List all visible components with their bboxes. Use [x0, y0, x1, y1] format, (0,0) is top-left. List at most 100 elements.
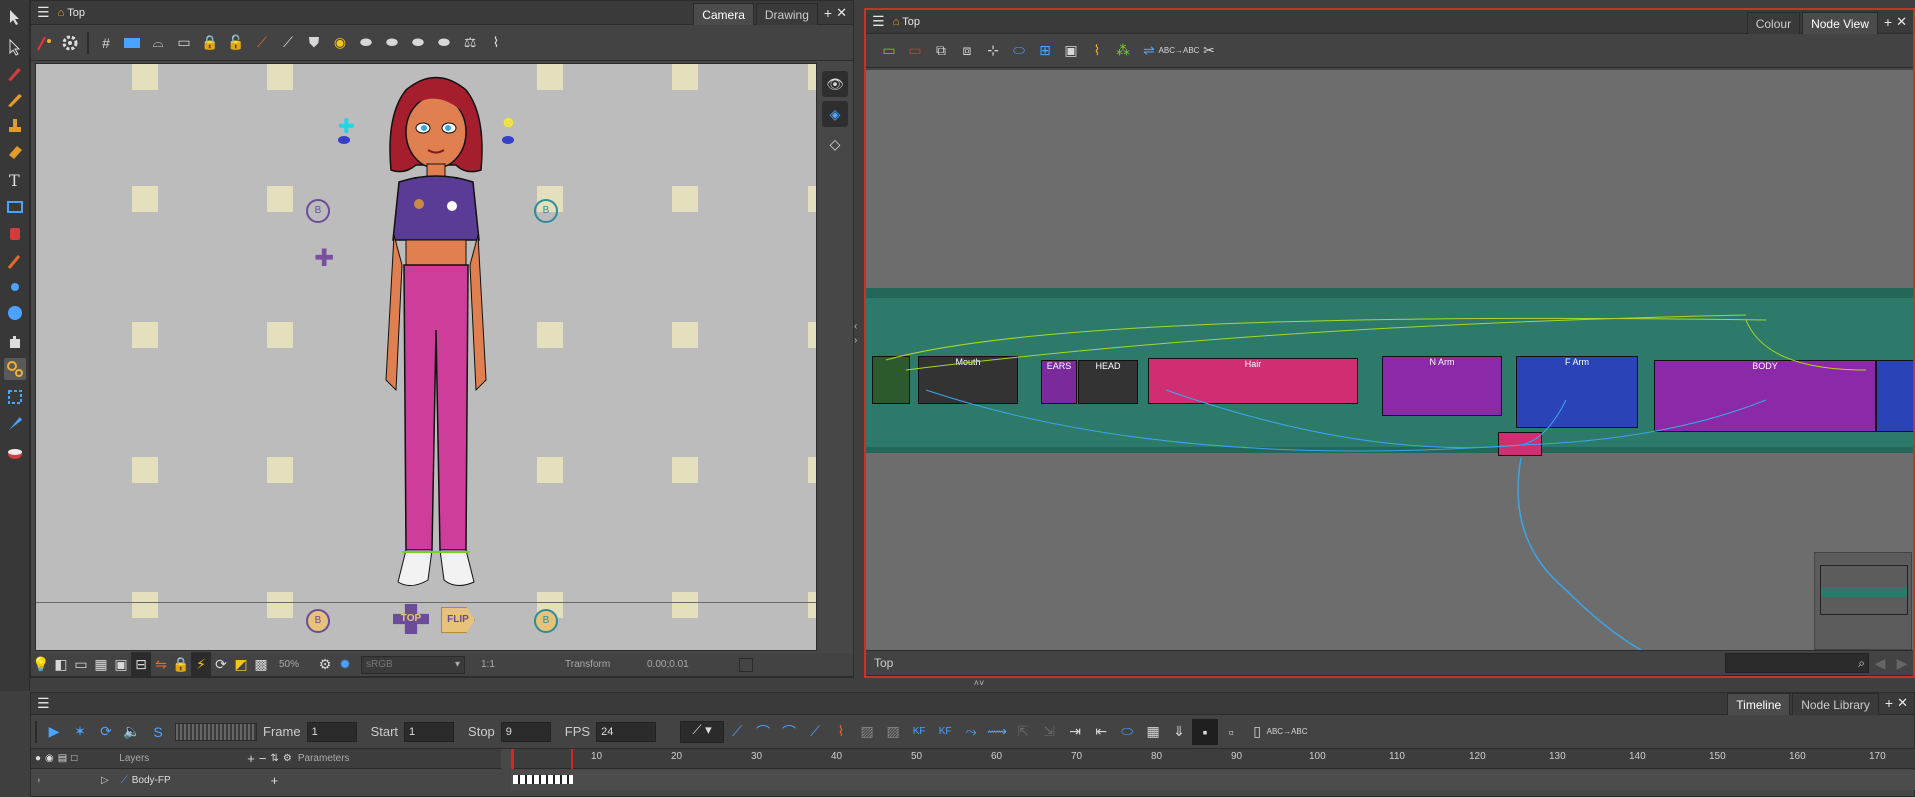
pivot-tool-icon[interactable]: [4, 276, 26, 298]
add-sublayer-icon[interactable]: +: [271, 773, 279, 788]
group-icon[interactable]: ⧉: [928, 38, 954, 64]
cut-icon[interactable]: ✂: [1196, 38, 1222, 64]
sound-toggle-icon[interactable]: ◉: [45, 753, 54, 764]
interpolation-select[interactable]: ⟋ ▾: [680, 720, 725, 743]
onion-skin-icon[interactable]: ⌓: [145, 30, 171, 56]
hand-tool-icon[interactable]: [4, 330, 26, 352]
bone-icon[interactable]: ⟋: [249, 30, 275, 56]
expand-icon[interactable]: ▷: [101, 775, 109, 786]
stop-input[interactable]: [500, 721, 551, 742]
disabled-icon[interactable]: ⇲: [1036, 719, 1062, 745]
constant-icon[interactable]: ⌇: [828, 719, 854, 745]
rig-tool-icon[interactable]: [31, 30, 57, 56]
text-tool-icon[interactable]: T: [4, 168, 26, 190]
network-icon[interactable]: ⁂: [1110, 38, 1136, 64]
disabled-icon[interactable]: ⇱: [1010, 719, 1036, 745]
stop-marker[interactable]: [571, 749, 573, 769]
rotate-view-icon[interactable]: ⟳: [211, 652, 231, 678]
ease-in-icon[interactable]: ⌒: [750, 719, 776, 745]
composite-icon[interactable]: ⬭: [1006, 38, 1032, 64]
node-canvas[interactable]: Mouth EARS HEAD Hair N Arm F Arm BODY: [866, 70, 1913, 650]
brush-stack-icon[interactable]: ⬬: [353, 30, 379, 56]
white-square-icon[interactable]: □: [71, 753, 77, 764]
extend-icon[interactable]: ⇥: [1062, 719, 1088, 745]
keyframes-strip[interactable]: [513, 775, 573, 784]
pencil-stack-icon[interactable]: ⬬: [379, 30, 405, 56]
tab-camera[interactable]: Camera: [693, 2, 754, 25]
key-icon[interactable]: ▪: [1192, 718, 1219, 745]
play-selection-icon[interactable]: ✶: [67, 719, 93, 745]
navigator-box[interactable]: [1814, 552, 1912, 650]
bucket-tool-icon[interactable]: [4, 440, 26, 462]
add-tab-icon[interactable]: +: [1884, 14, 1892, 30]
ease-both-icon[interactable]: ⟋: [802, 719, 828, 745]
playhead[interactable]: [511, 749, 514, 769]
grid-icon[interactable]: #: [93, 30, 119, 56]
splitter-up-down-icon[interactable]: ˄˅: [964, 678, 994, 692]
frame-icon[interactable]: ▭: [71, 652, 91, 678]
disabled-icon[interactable]: ▨: [854, 719, 880, 745]
onion-timeline-icon[interactable]: ⬭: [1114, 719, 1140, 745]
b-control-button[interactable]: B: [534, 199, 558, 223]
layer-tools-icon[interactable]: ⇅: [270, 753, 278, 764]
kinematic-icon[interactable]: ⟋: [275, 30, 301, 56]
layer-stack-icon[interactable]: ⬬: [431, 30, 457, 56]
rectangle-tool-icon[interactable]: [4, 196, 26, 218]
reduce-icon[interactable]: ⇤: [1088, 719, 1114, 745]
lock-all-icon[interactable]: 🔓: [223, 30, 249, 56]
node-search-input[interactable]: [1725, 653, 1869, 673]
settings-gear-icon[interactable]: [57, 30, 83, 56]
stroke-stack-icon[interactable]: ⬬: [405, 30, 431, 56]
insert-icon[interactable]: ⇓: [1166, 719, 1192, 745]
rigging-tool-icon[interactable]: [4, 358, 26, 380]
panel-menu-icon[interactable]: ☰: [872, 13, 885, 30]
eye-control-icon[interactable]: [338, 136, 350, 144]
close-panel-icon[interactable]: ✕: [1897, 695, 1908, 711]
add-tab-icon[interactable]: +: [1885, 695, 1893, 711]
paint-tool-icon[interactable]: [4, 222, 26, 244]
add-node-icon[interactable]: ▭: [876, 38, 902, 64]
add-tab-icon[interactable]: +: [824, 5, 832, 21]
colorspace-select[interactable]: sRGB ▾: [361, 655, 465, 674]
layer-settings-icon[interactable]: ⚙: [283, 753, 292, 764]
film-icon[interactable]: ▦: [1140, 719, 1166, 745]
tree-icon[interactable]: ⊞: [1032, 38, 1058, 64]
deform-icon[interactable]: ⚖: [457, 30, 483, 56]
magnet-icon[interactable]: ⛊: [301, 30, 327, 56]
rename-abc-icon[interactable]: ABC→ABC: [1159, 38, 1200, 64]
start-input[interactable]: [404, 721, 455, 742]
view-eye-icon[interactable]: 👁: [822, 71, 848, 97]
contour-editor-icon[interactable]: [4, 36, 26, 58]
remove-node-icon[interactable]: ▭: [902, 38, 928, 64]
cutter-tool-icon[interactable]: [4, 412, 26, 434]
shift-icon[interactable]: ⇋: [151, 652, 171, 678]
flash-icon[interactable]: ⚡: [191, 651, 211, 678]
lock-toggle-icon[interactable]: ▤: [58, 753, 67, 764]
stop-motion-icon[interactable]: ⟿: [984, 719, 1010, 745]
peg-icon[interactable]: ⊹: [980, 38, 1006, 64]
sound-icon[interactable]: 🔈: [119, 719, 145, 745]
layer-name[interactable]: Body-FP: [132, 775, 171, 786]
eraser-tool-icon[interactable]: [4, 140, 26, 162]
camera-icon[interactable]: ▩: [251, 652, 271, 678]
disabled-icon[interactable]: ▨: [880, 719, 906, 745]
search-icon[interactable]: ⌕: [1858, 656, 1865, 671]
rename-abc-icon[interactable]: ABC→ABC: [1267, 719, 1308, 745]
remove-keyframe-icon[interactable]: KF: [932, 719, 958, 745]
layer-track[interactable]: [511, 770, 1915, 790]
blank-cell-icon[interactable]: ▫: [1218, 719, 1244, 745]
tab-timeline[interactable]: Timeline: [1727, 692, 1791, 715]
layer-view-icon[interactable]: ◈: [822, 101, 848, 127]
mask-icon[interactable]: ▣: [111, 652, 131, 678]
brush-tool-icon[interactable]: [4, 62, 26, 84]
close-panel-icon[interactable]: ✕: [1896, 14, 1907, 30]
b-control-button[interactable]: B: [306, 199, 330, 223]
b-control-button[interactable]: B: [306, 609, 330, 633]
cyan-plus-control-icon[interactable]: ✚: [338, 114, 355, 139]
eye-control-icon[interactable]: [502, 136, 514, 144]
panel-menu-icon[interactable]: ☰: [37, 695, 50, 712]
pencil-tool-icon[interactable]: [4, 88, 26, 110]
render-icon[interactable]: ◧: [51, 652, 71, 678]
mirror-icon[interactable]: ◉: [327, 30, 353, 56]
morph-tool-icon[interactable]: [4, 302, 26, 324]
